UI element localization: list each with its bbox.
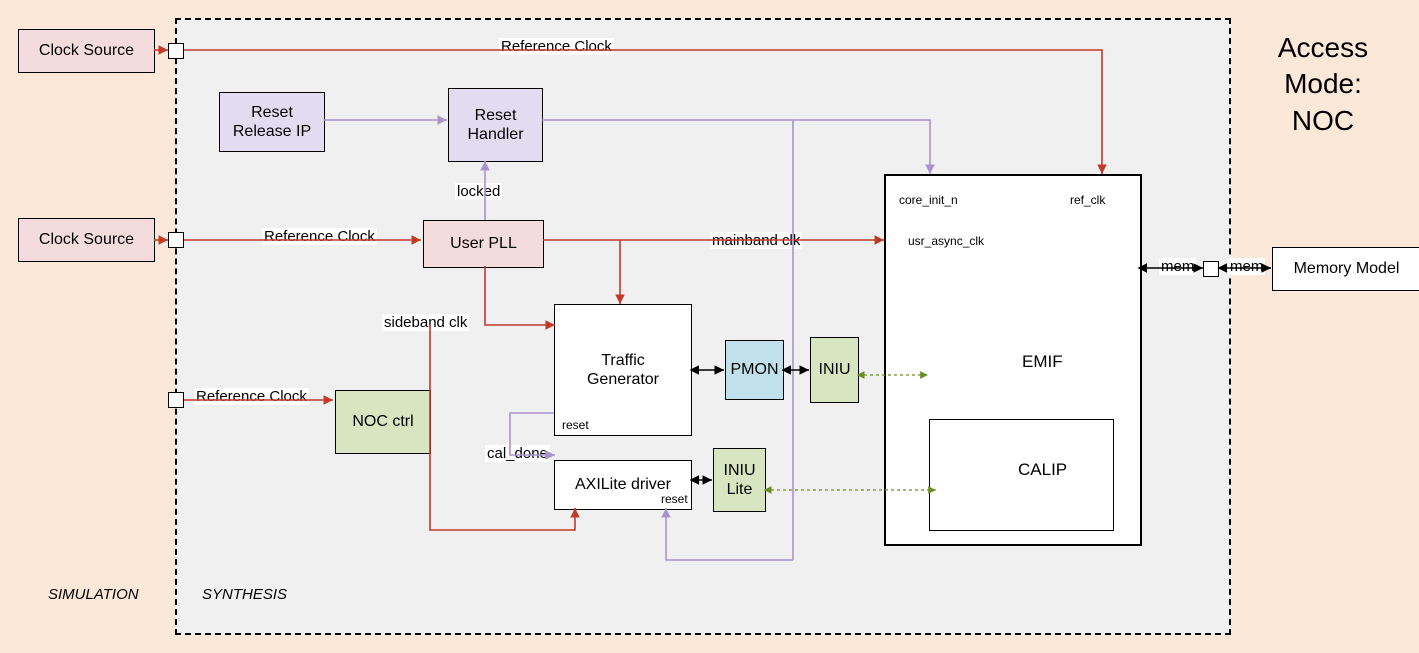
port-clk1 bbox=[168, 43, 184, 59]
noc-ctrl: NOC ctrl bbox=[335, 390, 431, 454]
mem1-label: mem bbox=[1159, 258, 1196, 275]
clock-source-2: Clock Source bbox=[18, 218, 155, 262]
mainband-clk-label: mainband clk bbox=[710, 232, 802, 249]
core-init-n-label: core_init_n bbox=[897, 193, 960, 207]
port-clk2 bbox=[168, 232, 184, 248]
port-mem bbox=[1203, 261, 1219, 277]
clock-source-1: Clock Source bbox=[18, 29, 155, 73]
reset-release-ip: Reset Release IP bbox=[219, 92, 325, 152]
sideband-clk-label: sideband clk bbox=[382, 314, 469, 331]
iniu-lite: INIU Lite bbox=[713, 448, 766, 512]
emif-label: EMIF bbox=[1020, 352, 1065, 372]
axi-reset-label: reset bbox=[659, 492, 690, 506]
reset-handler: Reset Handler bbox=[448, 88, 543, 162]
iniu: INIU bbox=[810, 337, 859, 403]
access-mode-title: Access Mode: NOC bbox=[1238, 30, 1408, 139]
locked-label: locked bbox=[455, 183, 502, 200]
title-line-2: Mode: bbox=[1238, 66, 1408, 102]
synthesis-region-label: SYNTHESIS bbox=[200, 586, 289, 603]
mem2-label: mem bbox=[1228, 258, 1265, 275]
simulation-region-label: SIMULATION bbox=[46, 586, 141, 603]
calip-label: CALIP bbox=[1016, 460, 1069, 480]
cal-done-label: cal_done bbox=[485, 445, 550, 462]
title-line-3: NOC bbox=[1238, 103, 1408, 139]
ref-clock-2-label: Reference Clock bbox=[262, 228, 377, 245]
user-pll: User PLL bbox=[423, 220, 544, 268]
ref-clock-3-label: Reference Clock bbox=[194, 388, 309, 405]
title-line-1: Access bbox=[1238, 30, 1408, 66]
ref-clk-label: ref_clk bbox=[1068, 193, 1107, 207]
memory-model: Memory Model bbox=[1272, 247, 1419, 291]
traffic-generator: Traffic Generator bbox=[554, 304, 692, 436]
tg-reset-label: reset bbox=[560, 418, 591, 432]
port-refclk3 bbox=[168, 392, 184, 408]
ref-clock-1-label: Reference Clock bbox=[499, 38, 614, 55]
usr-async-clk-label: usr_async_clk bbox=[906, 234, 986, 248]
pmon: PMON bbox=[725, 340, 784, 400]
diagram-canvas: Access Mode: NOC Clock Source Clock Sour… bbox=[0, 0, 1419, 653]
